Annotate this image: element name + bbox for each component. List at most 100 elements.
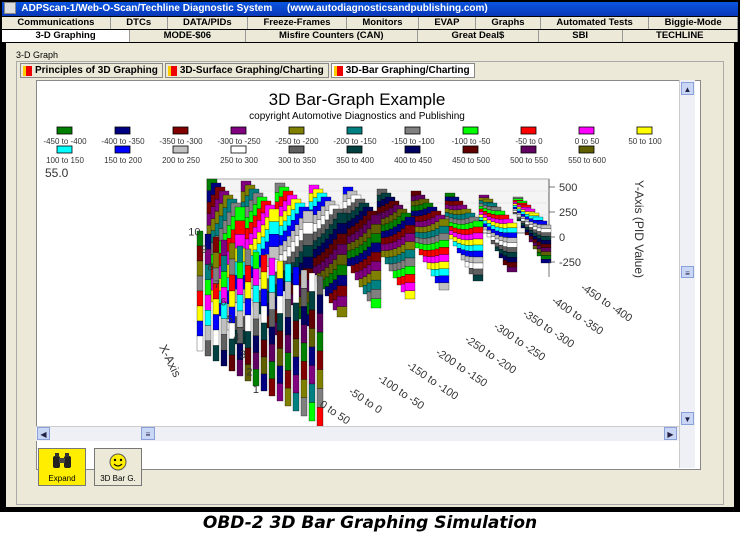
document-icon: [333, 65, 343, 76]
tab-sbi[interactable]: SBI: [539, 30, 623, 42]
scroll-right-arrow[interactable]: ▶: [664, 427, 677, 440]
bar-segment: [276, 330, 284, 349]
legend-swatch: [462, 126, 479, 135]
bar-segment: [284, 352, 292, 371]
bar-segment: [196, 320, 204, 337]
subtab-3d-bar-graphing-charting[interactable]: 3D-Bar Graphing/Charting: [330, 63, 475, 78]
tab-freeze-frames[interactable]: Freeze-Frames: [248, 17, 347, 29]
legend-swatch: [462, 145, 479, 154]
bar-segment: [404, 274, 416, 283]
bar-segment: [404, 266, 416, 275]
legend-swatch: [288, 126, 305, 135]
bar-segment: [540, 228, 552, 233]
bar-segment: [404, 233, 416, 242]
bar-segment: [516, 200, 528, 204]
legend-label: 150 to 200: [104, 156, 142, 165]
legend-swatch: [578, 126, 595, 135]
legend-label: -450 to -400: [43, 137, 87, 146]
bar-segment: [316, 313, 324, 333]
bar-segment: [472, 274, 484, 282]
bar-segment: [438, 254, 450, 262]
y-axis-title: Y-Axis (PID Value): [632, 180, 646, 278]
bar-segment: [260, 322, 268, 341]
bar-segment: [438, 233, 450, 241]
bar-segment: [284, 317, 292, 336]
bar-segment: [260, 288, 268, 307]
bar-segment: [336, 275, 348, 286]
bar-segment: [302, 210, 314, 223]
bar-segment: [300, 361, 308, 380]
scroll-down-arrow[interactable]: ▼: [681, 412, 694, 425]
bar-segment: [302, 222, 314, 235]
corner-value: 55.0: [45, 166, 69, 180]
bar-segment: [486, 202, 498, 207]
bar-segment: [370, 233, 382, 244]
app-icon: [4, 2, 16, 15]
bar-segment: [532, 216, 544, 221]
tab-mode-06[interactable]: MODE-$06: [130, 30, 246, 42]
bar-segment: [236, 310, 244, 328]
tab-great-deal[interactable]: Great Deal$: [418, 30, 539, 42]
subtab-3d-surface-graphing-charting[interactable]: 3D-Surface Graphing/Charting: [164, 63, 329, 78]
bar-segment: [404, 290, 416, 300]
tab-communications[interactable]: Communications: [2, 17, 111, 29]
bar-segment: [234, 206, 246, 221]
bar-segment: [506, 242, 518, 248]
tab-3-d-graphing[interactable]: 3-D Graphing: [2, 30, 131, 42]
tab-graphs[interactable]: Graphs: [476, 17, 542, 29]
horizontal-scroll-thumb[interactable]: ≡: [141, 427, 155, 440]
bar-graph-button[interactable]: 3D Bar G.: [94, 448, 142, 486]
bar-segment: [506, 262, 518, 268]
bar-segment: [212, 252, 220, 269]
legend-label: -250 to -200: [275, 137, 319, 146]
legend-label: -350 to -300: [159, 137, 203, 146]
vertical-scrollbar[interactable]: ▲ ≡ ▼: [679, 80, 695, 468]
bar-segment: [370, 252, 382, 262]
subtab-bar: Principles of 3D Graphing 3D-Surface Grap…: [20, 63, 475, 78]
tab-data-pids[interactable]: DATA/PIDs: [168, 17, 249, 29]
legend-swatch: [520, 145, 537, 154]
tab-evap[interactable]: EVAP: [419, 17, 476, 29]
bar-segment: [220, 271, 228, 288]
bar-chart-3d: 3D Bar-Graph Example copyright Automotiv…: [43, 90, 662, 427]
bar-segment: [512, 196, 524, 199]
bar-segment: [316, 332, 324, 352]
subtab-principles-of-3d-graphing[interactable]: Principles of 3D Graphing: [20, 63, 163, 78]
tab-automated-tests[interactable]: Automated Tests: [541, 17, 650, 29]
bar-segment: [404, 241, 416, 250]
legend-swatch: [404, 145, 421, 154]
bar-segment: [506, 266, 518, 273]
tab-techline[interactable]: TECHLINE: [623, 30, 738, 42]
horizontal-scrollbar[interactable]: ◀ ≡ ▶: [36, 426, 679, 441]
tab-misfire-counters-can[interactable]: Misfire Counters (CAN): [246, 30, 419, 42]
bar-segment: [438, 268, 450, 276]
expand-button[interactable]: Expand: [38, 448, 86, 486]
bar-segment: [438, 218, 450, 227]
bar-segment: [260, 373, 268, 392]
bar-segment: [268, 275, 276, 293]
bar-segment: [292, 392, 300, 412]
tab-biggie-mode[interactable]: Biggie-Mode: [649, 17, 739, 29]
vertical-scroll-thumb[interactable]: ≡: [681, 266, 694, 278]
bar-segment: [516, 202, 528, 206]
legend-label: -400 to -350: [101, 137, 145, 146]
scroll-up-arrow[interactable]: ▲: [681, 82, 694, 95]
bar-segment: [336, 285, 348, 297]
bar-segment: [204, 279, 212, 296]
y-tick-label: 250: [559, 207, 577, 219]
bar-segment: [260, 271, 268, 290]
bar-segment: [244, 281, 252, 299]
bar-segment: [370, 279, 382, 290]
bar-segment: [308, 402, 316, 422]
subtab-label: Principles of 3D Graphing: [35, 65, 158, 76]
bar-segment: [438, 240, 450, 248]
bar-segment: [300, 288, 308, 307]
legend-label: -150 to -100: [391, 137, 435, 146]
tab-monitors[interactable]: Monitors: [347, 17, 419, 29]
scroll-left-arrow[interactable]: ◀: [37, 427, 50, 440]
bar-segment: [284, 299, 292, 318]
chart-title: 3D Bar-Graph Example: [269, 90, 446, 109]
tab-dtcs[interactable]: DTCs: [111, 17, 168, 29]
bar-segment: [506, 227, 518, 233]
x-tick-label: 10: [188, 227, 200, 239]
